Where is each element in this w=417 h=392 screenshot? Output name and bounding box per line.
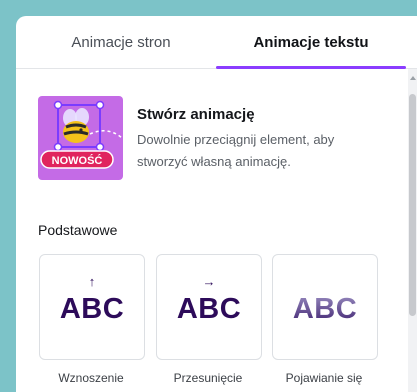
- animation-card-pan[interactable]: → ABC: [156, 254, 262, 360]
- arrow-up-icon: ↑: [88, 274, 96, 289]
- section-title-basic: Podstawowe: [38, 222, 118, 238]
- new-badge: NOWOŚĆ: [52, 154, 103, 167]
- animation-panel: Animacje stron Animacje tekstu NOWOŚĆ St…: [16, 16, 417, 392]
- promo-description: Dowolnie przeciągnij element, aby stworz…: [137, 132, 335, 169]
- animation-card-rise[interactable]: ↑ ABC: [39, 254, 145, 360]
- tab-bar: Animacje stron Animacje tekstu: [16, 16, 417, 69]
- tab-page-animations[interactable]: Animacje stron: [26, 16, 216, 68]
- animation-label-fade: Pojawianie się: [285, 371, 363, 385]
- tab-text-animations[interactable]: Animacje tekstu: [216, 16, 406, 68]
- promo-thumbnail: NOWOŚĆ: [38, 96, 123, 180]
- animation-preview-text: ABC: [273, 293, 377, 326]
- create-animation-promo[interactable]: NOWOŚĆ Stwórz animację Dowolnie przeciąg…: [38, 96, 378, 182]
- promo-title: Stwórz animację: [137, 106, 255, 123]
- animation-card-fade[interactable]: ABC: [272, 254, 378, 360]
- scroll-up-arrow-icon[interactable]: [410, 76, 416, 80]
- animation-preview-text: ABC: [59, 293, 125, 325]
- active-tab-indicator: [216, 66, 406, 69]
- arrow-right-icon: →: [202, 274, 216, 289]
- animation-preview-text: ABC: [176, 293, 242, 325]
- animation-label-rise: Wznoszenie: [58, 371, 124, 385]
- bee-animation-illustration: NOWOŚĆ: [40, 100, 123, 169]
- animation-label-pan: Przesunięcie: [173, 371, 243, 385]
- scrollbar-thumb[interactable]: [409, 94, 416, 316]
